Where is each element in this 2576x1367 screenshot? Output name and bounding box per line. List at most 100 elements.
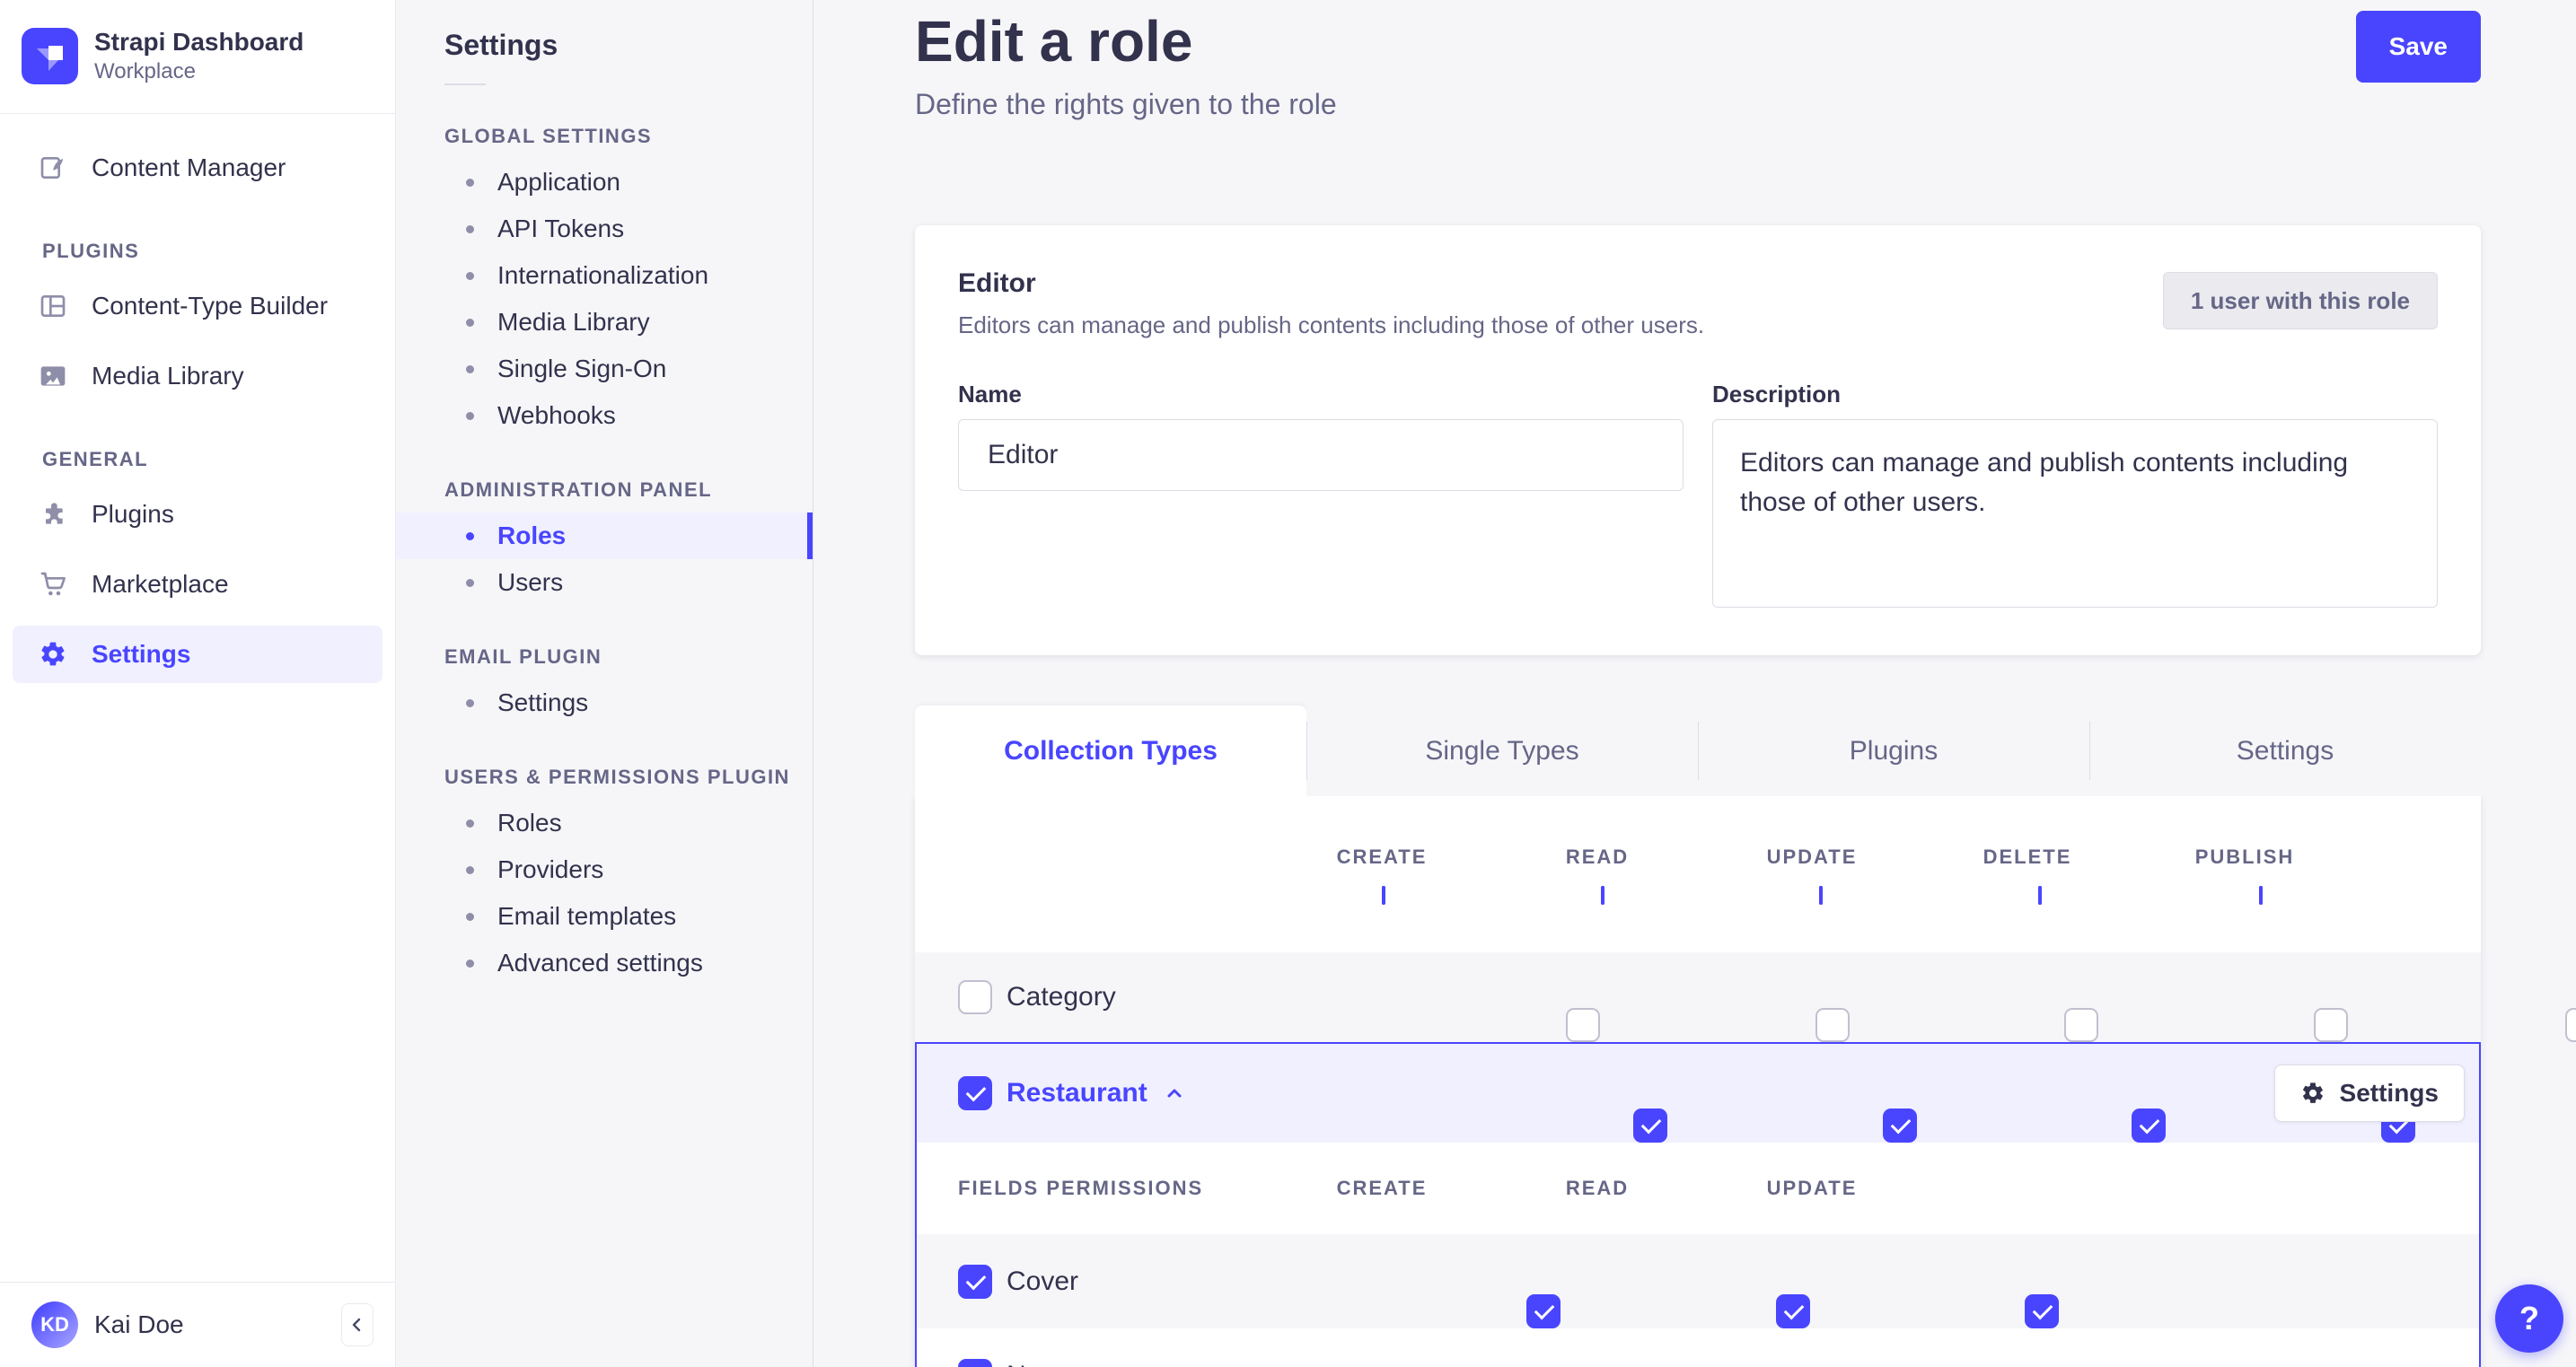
subnav-item-providers[interactable]: Providers	[396, 846, 813, 893]
subnav-item-label: Roles	[497, 809, 562, 837]
subnav-item-label: Internationalization	[497, 261, 709, 289]
role-summary: Editors can manage and publish contents …	[958, 311, 1705, 338]
subnav-item-up-roles[interactable]: Roles	[396, 800, 813, 846]
help-button[interactable]: ?	[2495, 1284, 2563, 1353]
restaurant-read-checkbox[interactable]	[1882, 1108, 1917, 1143]
subnav-item-application[interactable]: Application	[396, 159, 813, 206]
users-with-role-button[interactable]: 1 user with this role	[2162, 272, 2438, 329]
content-type-builder-icon	[39, 292, 67, 320]
cover-update-checkbox[interactable]	[2025, 1294, 2060, 1328]
tab-plugins[interactable]: Plugins	[1698, 705, 2089, 796]
workspace-brand[interactable]: Strapi Dashboard Workplace	[0, 0, 395, 114]
restaurant-create-checkbox[interactable]	[1632, 1108, 1667, 1143]
name-field-label: Name	[958, 381, 1022, 407]
subnav-item-roles[interactable]: Roles	[396, 513, 813, 559]
cover-row-checkbox[interactable]	[958, 1264, 992, 1299]
sidebar-item-settings[interactable]: Settings	[13, 626, 382, 683]
subnav-item-label: Media Library	[497, 308, 650, 336]
subnav-item-users[interactable]: Users	[396, 559, 813, 606]
subnav-item-advanced-settings[interactable]: Advanced settings	[396, 940, 813, 986]
row-label: Name	[1007, 1361, 1078, 1367]
subnav-item-label: Settings	[497, 688, 589, 716]
row-label: Category	[1007, 982, 1116, 1012]
select-all-update-checkbox[interactable]	[1819, 886, 1823, 905]
sidebar-item-media-library[interactable]: Media Library	[13, 347, 382, 405]
restaurant-row-checkbox[interactable]	[958, 1076, 992, 1110]
bullet-icon	[466, 364, 474, 373]
category-row-checkbox[interactable]	[958, 980, 992, 1014]
permissions-columns-header: CREATE READ UPDATE DELETE PUBLISH	[915, 796, 2481, 952]
bullet-icon	[466, 271, 474, 280]
sidebar-item-plugins[interactable]: Plugins	[13, 486, 382, 543]
subnav-item-email-settings[interactable]: Settings	[396, 679, 813, 726]
cover-read-checkbox[interactable]	[1776, 1294, 1811, 1328]
page-title: Edit a role	[915, 9, 1193, 74]
content-manager-icon	[39, 153, 67, 182]
name-row-checkbox[interactable]	[958, 1358, 992, 1367]
permissions-section: Collection Types Single Types Plugins Se…	[915, 705, 2576, 1367]
subnav-item-api-tokens[interactable]: API Tokens	[396, 206, 813, 252]
tab-collection-types[interactable]: Collection Types	[915, 705, 1306, 796]
subnav-item-media-library[interactable]: Media Library	[396, 299, 813, 346]
subnav-section-email-plugin: EMAIL PLUGIN Settings	[396, 645, 813, 726]
role-name-title: Editor	[958, 268, 1036, 298]
category-read-checkbox[interactable]	[1815, 1008, 1850, 1042]
plugins-icon	[39, 500, 67, 529]
role-card-heading: Editor Editors can manage and publish co…	[958, 268, 1704, 339]
subnav-item-label: API Tokens	[497, 215, 625, 242]
bullet-icon	[466, 178, 474, 187]
settings-gear-icon	[39, 640, 67, 669]
description-field-group: Description Editors can manage and publi…	[1712, 381, 2438, 612]
category-create-checkbox[interactable]	[1565, 1008, 1600, 1042]
bullet-icon	[466, 224, 474, 233]
subnav-item-single-sign-on[interactable]: Single Sign-On	[396, 346, 813, 392]
subnav-item-internationalization[interactable]: Internationalization	[396, 252, 813, 299]
subnav-item-label: Users	[497, 568, 564, 596]
subnav-item-email-templates[interactable]: Email templates	[396, 893, 813, 940]
sidebar-item-label: Content Manager	[92, 153, 286, 181]
subnav-section-title: GLOBAL SETTINGS	[444, 125, 653, 147]
cover-create-checkbox[interactable]	[1526, 1294, 1561, 1328]
sidebar-item-marketplace[interactable]: Marketplace	[13, 556, 382, 613]
category-publish-checkbox[interactable]	[2564, 1008, 2576, 1042]
column-header-read: READ	[1565, 846, 1630, 868]
page-subtitle: Define the rights given to the role	[915, 88, 1337, 120]
settings-button-label: Settings	[2339, 1079, 2439, 1107]
gear-icon	[2300, 1081, 2325, 1106]
main-content: Edit a role Define the rights given to t…	[813, 0, 2576, 1367]
permissions-table: CREATE READ UPDATE DELETE PUBLISH Catego…	[915, 796, 2576, 1367]
main-sidebar: Strapi Dashboard Workplace Content Manag…	[0, 0, 396, 1367]
sidebar-collapse-button[interactable]	[341, 1303, 374, 1346]
restaurant-update-checkbox[interactable]	[2131, 1108, 2166, 1143]
category-update-checkbox[interactable]	[2063, 1008, 2098, 1042]
column-header-delete: DELETE	[1983, 846, 2072, 868]
chevron-up-icon[interactable]	[1164, 1082, 1185, 1104]
subnav-item-label: Providers	[497, 855, 604, 883]
table-row-category: Category	[915, 952, 2576, 1042]
role-card: Editor Editors can manage and publish co…	[915, 225, 2481, 655]
tab-single-types[interactable]: Single Types	[1306, 705, 1698, 796]
save-button[interactable]: Save	[2355, 11, 2481, 83]
sidebar-item-label: Marketplace	[92, 570, 229, 598]
restaurant-settings-button[interactable]: Settings	[2273, 1065, 2465, 1122]
sidebar-item-content-manager[interactable]: Content Manager	[13, 139, 382, 197]
select-all-delete-checkbox[interactable]	[2038, 886, 2042, 905]
avatar[interactable]: KD	[31, 1301, 78, 1348]
category-delete-checkbox[interactable]	[2313, 1008, 2348, 1042]
select-all-create-checkbox[interactable]	[1382, 886, 1385, 905]
subnav-item-label: Roles	[497, 521, 567, 549]
role-description-textarea[interactable]: Editors can manage and publish contents …	[1712, 419, 2438, 608]
select-all-publish-checkbox[interactable]	[2259, 886, 2263, 905]
bullet-icon	[466, 912, 474, 921]
select-all-read-checkbox[interactable]	[1601, 886, 1605, 905]
sidebar-item-label: Settings	[92, 640, 191, 668]
fields-column-update: UPDATE	[1766, 1177, 1858, 1199]
role-name-input[interactable]	[958, 419, 1684, 491]
table-row-name: Name	[917, 1328, 2479, 1367]
subnav-item-webhooks[interactable]: Webhooks	[396, 392, 813, 439]
sidebar-item-content-type-builder[interactable]: Content-Type Builder	[13, 277, 382, 335]
tab-settings[interactable]: Settings	[2089, 705, 2481, 796]
name-field-group: Name	[958, 381, 1684, 612]
page-header: Edit a role Define the rights given to t…	[915, 9, 2481, 121]
user-name: Kai Doe	[94, 1310, 184, 1338]
